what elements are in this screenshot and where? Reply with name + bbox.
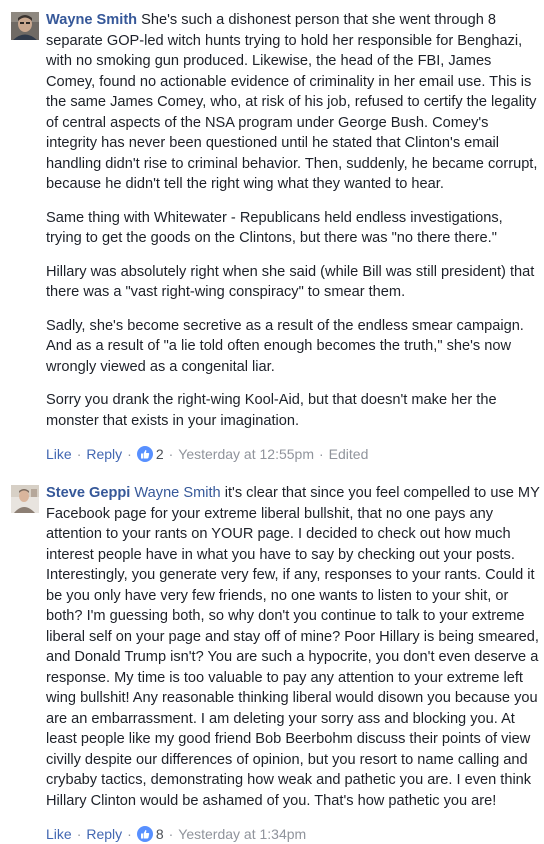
comment-body: Wayne Smith She's such a dishonest perso… (46, 10, 540, 464)
author-name[interactable]: Wayne Smith (46, 12, 137, 28)
mention-tag[interactable]: Wayne Smith (134, 485, 220, 501)
comment-wayne-smith: Wayne Smith She's such a dishonest perso… (0, 10, 544, 464)
timestamp[interactable]: Yesterday at 12:55pm (178, 444, 314, 464)
comment-steve-geppi: Steve Geppi Wayne Smith it's clear that … (0, 483, 544, 844)
like-link[interactable]: Like (46, 824, 72, 844)
avatar-wayne-smith[interactable] (11, 12, 39, 40)
separator-dot: · (127, 826, 132, 842)
timestamp[interactable]: Yesterday at 1:34pm (178, 824, 306, 844)
comment-actions: Like · Reply · 8 · Yesterday at 1:34pm (46, 824, 540, 844)
comment-text: it's clear that since you feel compelled… (46, 485, 540, 809)
separator-dot: · (76, 826, 82, 842)
separator-dot: · (168, 826, 174, 842)
author-name[interactable]: Steve Geppi (46, 485, 130, 501)
comment-paragraph: Steve Geppi Wayne Smith it's clear that … (46, 483, 540, 811)
thumbs-up-icon[interactable] (136, 446, 153, 462)
comment-body: Steve Geppi Wayne Smith it's clear that … (46, 483, 540, 844)
reaction-count[interactable]: 2 (156, 444, 164, 464)
avatar-steve-geppi[interactable] (11, 485, 39, 513)
reaction-count[interactable]: 8 (156, 824, 164, 844)
edited-label[interactable]: Edited (329, 444, 369, 464)
comment-paragraph: Sadly, she's become secretive as a resul… (46, 317, 524, 375)
comment-paragraph: Hillary was absolutely right when she sa… (46, 263, 535, 301)
reply-link[interactable]: Reply (86, 444, 122, 464)
separator-dot: · (76, 446, 82, 462)
comment-text: She's such a dishonest person that she w… (46, 12, 538, 192)
separator-dot: · (127, 446, 132, 462)
reply-link[interactable]: Reply (86, 824, 122, 844)
like-link[interactable]: Like (46, 444, 72, 464)
comment-paragraph: Sorry you drank the right-wing Kool-Aid,… (46, 392, 497, 429)
comment-actions: Like · Reply · 2 · Yesterday at 12:55pm … (46, 444, 540, 464)
separator-dot: · (168, 446, 174, 462)
separator-dot: · (318, 446, 324, 462)
comment-paragraph: Wayne Smith She's such a dishonest perso… (46, 10, 540, 195)
thumbs-up-icon[interactable] (136, 826, 153, 842)
comment-paragraph: Same thing with Whitewater - Republicans… (46, 209, 503, 247)
